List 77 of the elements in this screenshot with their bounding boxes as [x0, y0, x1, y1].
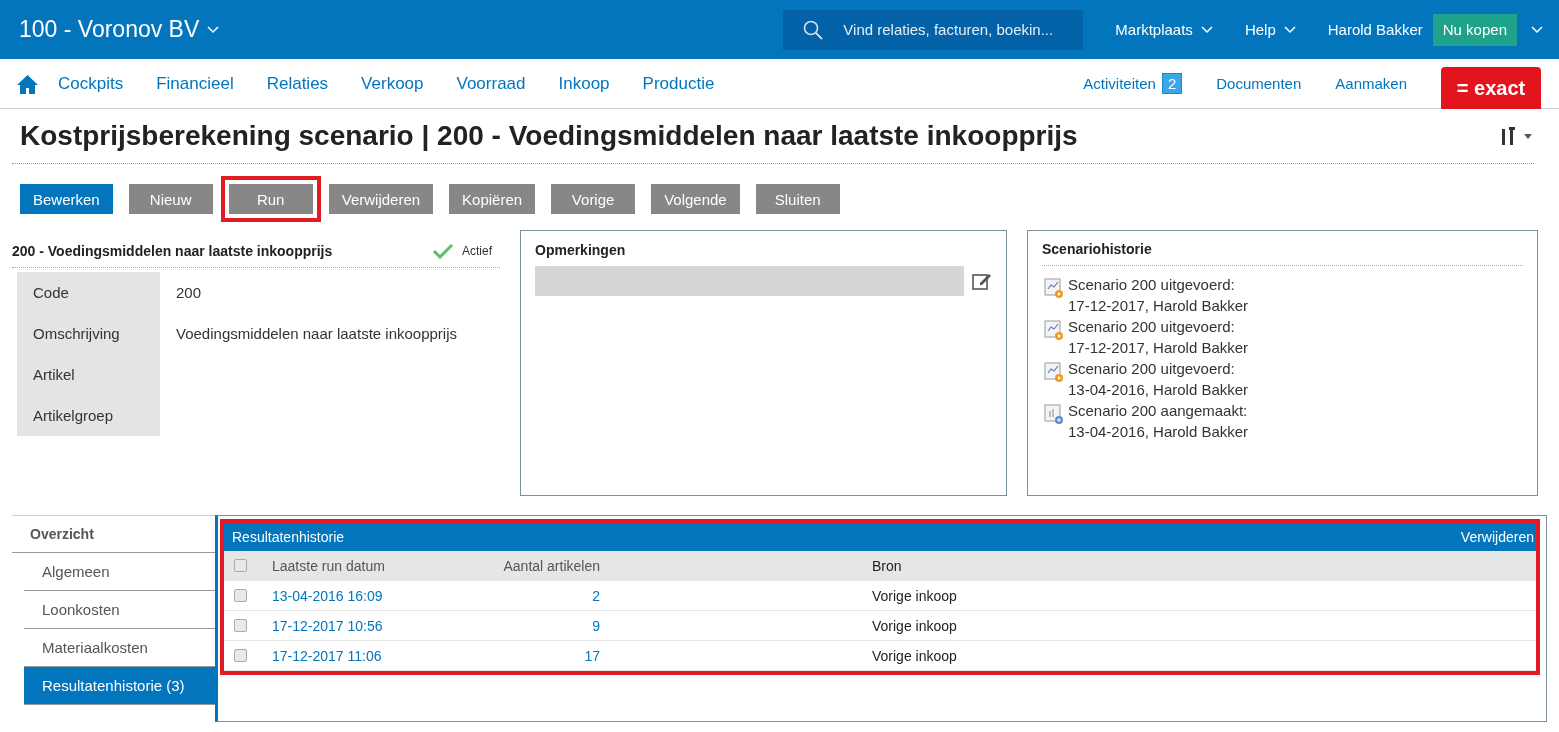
panel-title: Opmerkingen [535, 241, 627, 260]
user-name[interactable]: Harold Bakker [1327, 21, 1423, 38]
sidebar-tab[interactable]: Resultatenhistorie (3) [24, 667, 215, 705]
table-cell-text: 17 [583, 647, 600, 664]
count-badge: 2 [1161, 73, 1183, 94]
search-icon [803, 19, 824, 40]
edit-icon[interactable] [972, 271, 992, 291]
chart-play-icon [1044, 319, 1064, 341]
chevron-down-icon[interactable] [1283, 25, 1296, 34]
nav-link[interactable]: Verkoop [361, 73, 424, 94]
column-header: Laatste run datum [272, 557, 386, 574]
nav-link[interactable]: Documenten [1216, 75, 1302, 92]
nav-link[interactable]: Productie [642, 73, 715, 94]
table-title: Resultatenhistorie [232, 529, 345, 545]
action-button[interactable]: Kopiëren [449, 184, 536, 214]
select-all-checkbox[interactable] [234, 559, 247, 572]
history-entry: Scenario 200 uitgevoerd: 13-04-2016, Harold Bakker [1068, 359, 1249, 400]
company-name[interactable]: 100 - Voronov BV [19, 16, 200, 43]
table-cell-text: Vorige inkoop [871, 587, 958, 604]
field-value: Voedingsmiddelen naar laatste inkoopprijs [175, 324, 458, 344]
history-entry: Scenario 200 uitgevoerd: 17-12-2017, Harold Bakker [1068, 275, 1249, 316]
date-link[interactable]: 17-12-2017 11:06 [272, 647, 472, 664]
home-icon[interactable] [17, 73, 38, 94]
nav-link[interactable]: Voorraad [456, 73, 526, 94]
panel-title: Scenariohistorie [1042, 231, 1523, 266]
buy-button[interactable]: Nu kopen [1432, 13, 1517, 46]
chart-play-icon [1044, 361, 1064, 383]
menu-link[interactable]: Help [1244, 21, 1276, 38]
field-label: Artikelgroep [17, 395, 160, 436]
table-cell-text: 2 [591, 587, 600, 604]
delete-link[interactable]: Verwijderen [1460, 529, 1534, 545]
table-cell-text: Vorige inkoop [871, 617, 958, 634]
search-field[interactable]: Vind relaties, facturen, boekin... [783, 9, 1084, 50]
tools-icon[interactable] [1500, 125, 1534, 147]
nav-link[interactable]: Aanmaken [1335, 75, 1407, 92]
nav-link[interactable]: Relaties [266, 73, 329, 94]
column-header: Aantal artikelen [502, 557, 600, 574]
logo[interactable]: = exact [1441, 67, 1541, 109]
chart-play-icon [1044, 277, 1064, 299]
remarks-field[interactable] [535, 266, 964, 296]
nav-link[interactable]: Financieel [156, 73, 234, 94]
action-button[interactable]: Sluiten [755, 184, 840, 214]
action-button[interactable]: Nieuw [128, 184, 213, 214]
date-link[interactable]: 13-04-2016 16:09 [272, 587, 472, 604]
page-title: Kostprijsberekening scenario | 200 - Voedingsmiddelen naar laatste inkoopprijs [20, 120, 1078, 152]
column-header: Bron [871, 557, 903, 574]
action-button[interactable]: Run [228, 184, 313, 214]
field-value: 200 [175, 283, 203, 303]
action-button[interactable]: Volgende [651, 184, 740, 214]
row-checkbox[interactable] [234, 649, 247, 662]
activities-link[interactable]: Activiteiten [1083, 75, 1156, 92]
action-button[interactable]: Vorige [551, 184, 636, 214]
chart-plus-icon [1044, 403, 1064, 425]
table-cell-text: 9 [591, 617, 600, 634]
sidebar-tab[interactable]: Algemeen [24, 553, 215, 591]
history-entry: Scenario 200 uitgevoerd: 17-12-2017, Harold Bakker [1068, 317, 1249, 358]
field-label: Artikel [17, 354, 160, 395]
field-label: Omschrijving [17, 313, 160, 354]
status-label: Actief [462, 243, 492, 258]
field-label: Code [17, 272, 160, 313]
nav-link[interactable]: Inkoop [558, 73, 610, 94]
nav-link[interactable]: Cockpits [58, 73, 124, 94]
chevron-down-icon[interactable] [1200, 25, 1213, 34]
chevron-down-icon[interactable] [207, 25, 220, 34]
row-checkbox[interactable] [234, 619, 247, 632]
sidebar-tab[interactable]: Loonkosten [24, 591, 215, 629]
search-input[interactable]: Vind relaties, facturen, boekin... [841, 20, 1082, 39]
action-button[interactable]: Bewerken [20, 184, 113, 214]
action-button[interactable]: Verwijderen [328, 184, 434, 214]
menu-link[interactable]: Marktplaats [1115, 21, 1193, 38]
chevron-down-icon[interactable] [1531, 25, 1543, 34]
section-title: 200 - Voedingsmiddelen naar laatste inkoopprijs [12, 242, 333, 259]
row-checkbox[interactable] [234, 589, 247, 602]
history-entry: Scenario 200 aangemaakt: 13-04-2016, Harold Bakker [1068, 401, 1249, 442]
table-cell-text: Vorige inkoop [871, 647, 958, 664]
sidebar-heading: Overzicht [12, 515, 215, 553]
date-link[interactable]: 17-12-2017 10:56 [272, 617, 472, 634]
